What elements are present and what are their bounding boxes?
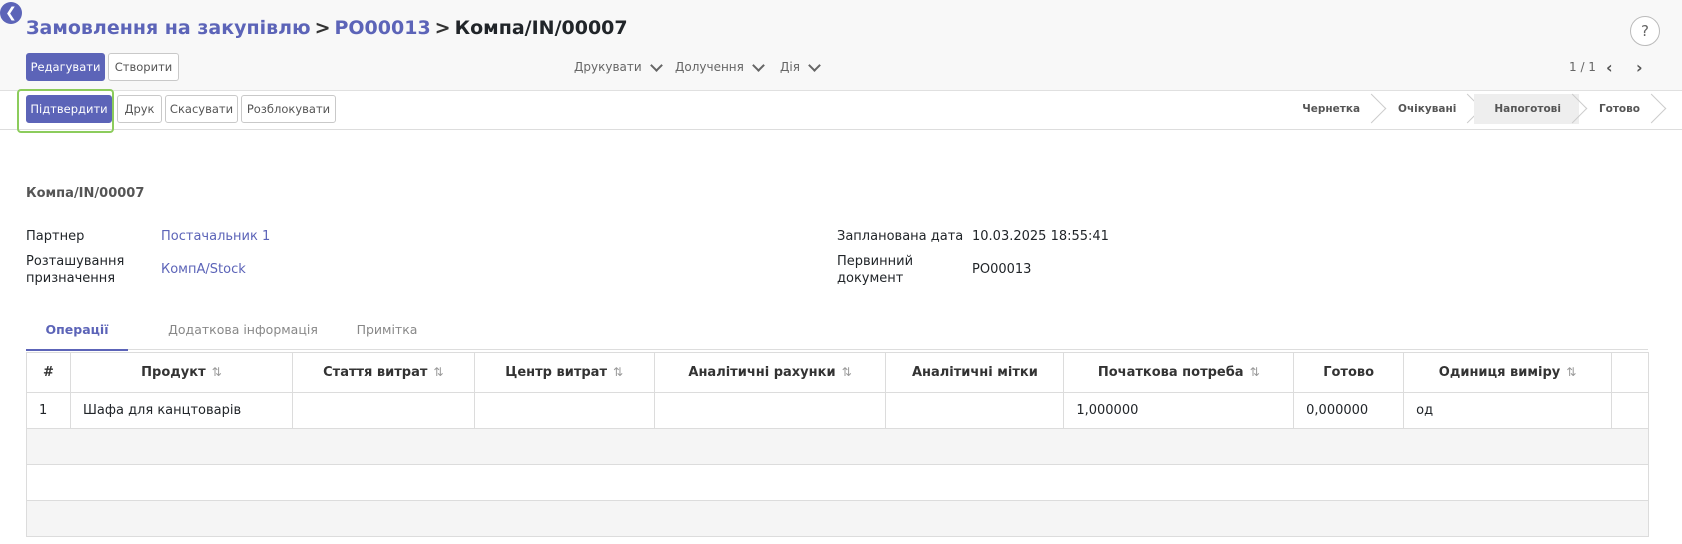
table-row[interactable]: 1 Шафа для канцтоварів 1,000000 0,000000… xyxy=(26,392,1650,429)
cell-cost-center[interactable] xyxy=(473,392,655,429)
cell-index: 1 xyxy=(26,392,71,429)
column-header[interactable]: Центр витрат ⇅ xyxy=(473,352,655,393)
column-header-label: Продукт xyxy=(141,365,206,380)
action-menu-label: Дія xyxy=(780,60,800,74)
pager-value[interactable]: 1 / 1 xyxy=(1569,60,1596,74)
sort-icon: ⇅ xyxy=(613,365,624,379)
print-menu[interactable]: Друкувати xyxy=(574,58,663,74)
column-header[interactable]: Аналітичні рахунки ⇅ xyxy=(653,352,887,393)
column-header-label: # xyxy=(43,365,54,380)
breadcrumb-po[interactable]: PO00013 xyxy=(334,17,430,39)
status-stages: Чернетка Очікувані Напоготові Готово xyxy=(1282,94,1658,124)
sort-icon: ⇅ xyxy=(1249,365,1260,379)
column-header-label: Центр витрат xyxy=(505,365,607,380)
stage-ready: Напоготові xyxy=(1474,94,1579,124)
help-icon[interactable]: ? xyxy=(1630,16,1660,46)
table-header-row: # Продукт ⇅ Стаття витрат ⇅ Центр витрат ⇅ … xyxy=(26,352,1650,393)
cell-product[interactable]: Шафа для канцтоварів xyxy=(69,392,293,429)
pager-previous-icon[interactable]: ‹ xyxy=(1606,58,1613,77)
cell-done[interactable]: 0,000000 xyxy=(1293,392,1405,429)
empty-row xyxy=(26,464,1649,501)
column-header-label: Одиниця виміру xyxy=(1438,365,1561,380)
action-menu[interactable]: Дія xyxy=(780,58,821,74)
notebook-tabs: Операції Додаткова інформація Примітка xyxy=(26,316,1648,351)
chevron-right-icon: > xyxy=(314,17,331,39)
pager-next-icon[interactable]: › xyxy=(1636,58,1643,77)
stage-draft: Чернетка xyxy=(1282,94,1378,124)
partner-label: Партнер xyxy=(26,229,85,244)
operations-table: # Продукт ⇅ Стаття витрат ⇅ Центр витрат ⇅ … xyxy=(26,352,1650,537)
cell-initial-demand[interactable]: 1,000000 xyxy=(1063,392,1295,429)
chevron-down-icon xyxy=(752,58,765,72)
column-header: # xyxy=(26,352,71,393)
empty-cell xyxy=(26,500,1649,537)
cell-blank xyxy=(1610,392,1650,429)
partner-value[interactable]: Постачальник 1 xyxy=(161,228,270,245)
confirm-button[interactable]: Підтвердити xyxy=(26,95,112,123)
print-button[interactable]: Друк xyxy=(117,95,162,123)
cell-analytic-accounts[interactable] xyxy=(653,392,887,429)
stage-done: Готово xyxy=(1579,94,1658,124)
column-header-label: Стаття витрат xyxy=(323,365,428,380)
control-panel xyxy=(0,0,1682,90)
column-header[interactable]: Одиниця виміру ⇅ xyxy=(1403,352,1612,393)
column-header[interactable]: Продукт ⇅ xyxy=(69,352,293,393)
create-button[interactable]: Створити xyxy=(108,53,179,81)
scheduled-date-value: 10.03.2025 18:55:41 xyxy=(972,229,1109,244)
stage-waiting: Очікувані xyxy=(1378,94,1474,124)
empty-row xyxy=(26,428,1649,465)
column-header: Готово xyxy=(1293,352,1405,393)
chevron-down-icon xyxy=(808,58,821,72)
empty-row xyxy=(26,500,1649,537)
column-header-label: Аналітичні мітки xyxy=(911,365,1038,380)
breadcrumb-purchase-orders[interactable]: Замовлення на закупівлю xyxy=(26,17,311,39)
origin-label-line1: Первинний xyxy=(837,254,914,269)
attachments-menu[interactable]: Долучення xyxy=(675,58,765,74)
scheduled-date-label: Запланована дата xyxy=(837,229,964,244)
cell-expense-item[interactable] xyxy=(291,392,475,429)
breadcrumb-current: Компа/IN/00007 xyxy=(454,17,628,39)
origin-label-line2: документ xyxy=(837,271,904,286)
attachments-menu-label: Долучення xyxy=(675,60,744,74)
print-menu-label: Друкувати xyxy=(574,60,642,74)
column-header-label: Аналітичні рахунки xyxy=(688,365,836,380)
unlock-button[interactable]: Розблокувати xyxy=(241,95,336,123)
tab-additional-info[interactable]: Додаткова інформація xyxy=(148,316,338,349)
chevron-right-icon: > xyxy=(434,17,451,39)
edit-button[interactable]: Редагувати xyxy=(26,53,105,81)
sort-icon: ⇅ xyxy=(1566,365,1577,379)
column-header-blank xyxy=(1610,352,1650,393)
record-name: Компа/IN/00007 xyxy=(26,186,145,201)
sort-icon: ⇅ xyxy=(841,365,852,379)
sort-icon: ⇅ xyxy=(433,365,444,379)
tab-note[interactable]: Примітка xyxy=(342,316,432,349)
cancel-button[interactable]: Скасувати xyxy=(165,95,238,123)
breadcrumb: Замовлення на закупівлю > PO00013 > Компа/IN… xyxy=(26,17,628,39)
column-header[interactable]: Стаття витрат ⇅ xyxy=(291,352,475,393)
sort-icon: ⇅ xyxy=(211,365,222,379)
column-header-label: Готово xyxy=(1323,365,1375,380)
empty-cell xyxy=(26,464,1649,501)
column-header-label: Початкова потреба xyxy=(1097,365,1244,380)
cell-analytic-tags[interactable] xyxy=(885,392,1065,429)
tab-operations[interactable]: Операції xyxy=(26,316,128,351)
destination-label-line1: Розташування xyxy=(26,254,125,269)
empty-cell xyxy=(26,428,1649,465)
column-header[interactable]: Початкова потреба ⇅ xyxy=(1063,352,1295,393)
origin-value: PO00013 xyxy=(972,262,1032,277)
back-arrow-icon[interactable]: ❮ xyxy=(0,2,22,24)
column-header: Аналітичні мітки xyxy=(885,352,1065,393)
chevron-down-icon xyxy=(649,58,663,72)
destination-label-line2: призначення xyxy=(26,271,116,286)
cell-uom[interactable]: од xyxy=(1403,392,1612,429)
destination-value[interactable]: КомпА/Stock xyxy=(161,261,246,278)
